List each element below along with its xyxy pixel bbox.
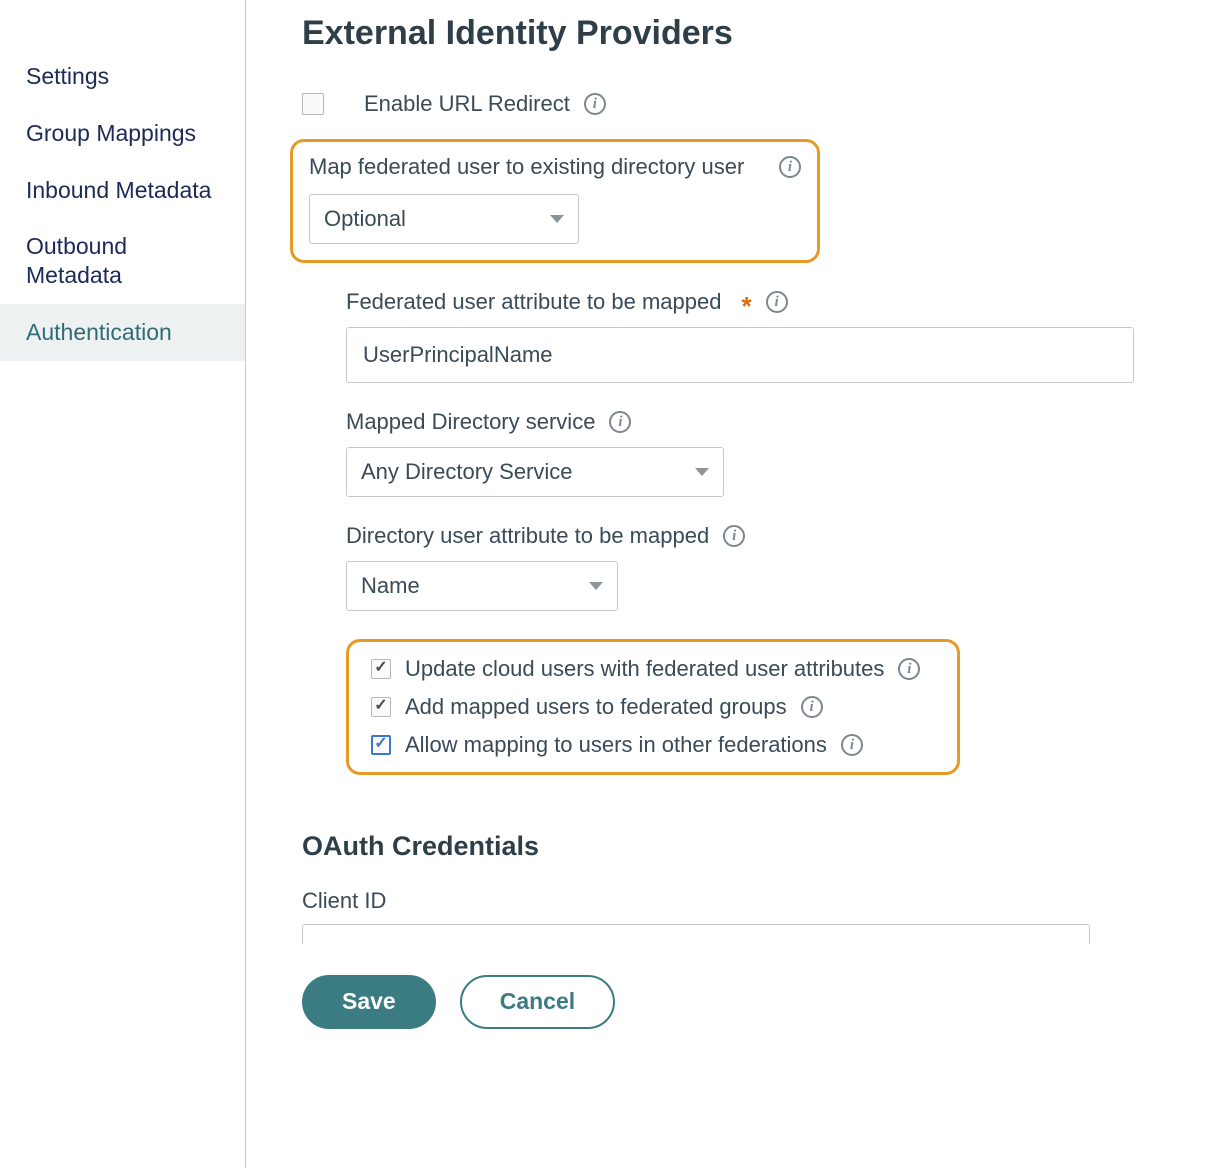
info-icon[interactable]: i xyxy=(584,93,606,115)
add-mapped-users-label: Add mapped users to federated groups xyxy=(405,694,787,720)
directory-user-attr-label: Directory user attribute to be mapped xyxy=(346,523,709,549)
chevron-down-icon xyxy=(589,582,603,590)
federated-attr-input[interactable] xyxy=(346,327,1134,383)
client-id-label: Client ID xyxy=(302,888,1232,914)
directory-user-attr-select[interactable]: Name xyxy=(346,561,618,611)
info-icon[interactable]: i xyxy=(609,411,631,433)
sidebar-item-settings[interactable]: Settings xyxy=(0,48,245,105)
sidebar-item-inbound-metadata[interactable]: Inbound Metadata xyxy=(0,162,245,219)
info-icon[interactable]: i xyxy=(779,156,801,178)
enable-url-redirect-label: Enable URL Redirect xyxy=(364,91,570,117)
info-icon[interactable]: i xyxy=(898,658,920,680)
update-cloud-users-label: Update cloud users with federated user a… xyxy=(405,656,884,682)
main-panel: External Identity Providers Enable URL R… xyxy=(246,0,1232,1168)
info-icon[interactable]: i xyxy=(766,291,788,313)
allow-mapping-other-federations-checkbox[interactable] xyxy=(371,735,391,755)
enable-url-redirect-checkbox[interactable] xyxy=(302,93,324,115)
map-federated-select[interactable]: Optional xyxy=(309,194,579,244)
page-title: External Identity Providers xyxy=(302,14,1232,53)
info-icon[interactable]: i xyxy=(723,525,745,547)
chevron-down-icon xyxy=(550,215,564,223)
map-federated-label: Map federated user to existing directory… xyxy=(309,154,744,180)
federated-attr-label: Federated user attribute to be mapped xyxy=(346,289,721,315)
save-button[interactable]: Save xyxy=(302,975,436,1029)
info-icon[interactable]: i xyxy=(841,734,863,756)
mapped-dir-service-label: Mapped Directory service xyxy=(346,409,595,435)
sidebar-item-authentication[interactable]: Authentication xyxy=(0,304,245,361)
chevron-down-icon xyxy=(695,468,709,476)
mapped-dir-service-value: Any Directory Service xyxy=(361,459,573,485)
allow-mapping-other-federations-label: Allow mapping to users in other federati… xyxy=(405,732,827,758)
map-federated-callout: Map federated user to existing directory… xyxy=(290,139,820,263)
client-id-input[interactable] xyxy=(302,924,1090,944)
sidebar-item-group-mappings[interactable]: Group Mappings xyxy=(0,105,245,162)
update-cloud-users-checkbox[interactable] xyxy=(371,659,391,679)
directory-user-attr-value: Name xyxy=(361,573,420,599)
sidebar: Settings Group Mappings Inbound Metadata… xyxy=(0,0,246,1168)
mapped-dir-service-select[interactable]: Any Directory Service xyxy=(346,447,724,497)
cancel-button[interactable]: Cancel xyxy=(460,975,615,1029)
info-icon[interactable]: i xyxy=(801,696,823,718)
map-federated-select-value: Optional xyxy=(324,206,406,232)
oauth-credentials-title: OAuth Credentials xyxy=(302,831,1232,862)
add-mapped-users-checkbox[interactable] xyxy=(371,697,391,717)
sidebar-item-outbound-metadata[interactable]: Outbound Metadata xyxy=(0,218,245,304)
mapping-options-callout: Update cloud users with federated user a… xyxy=(346,639,960,775)
